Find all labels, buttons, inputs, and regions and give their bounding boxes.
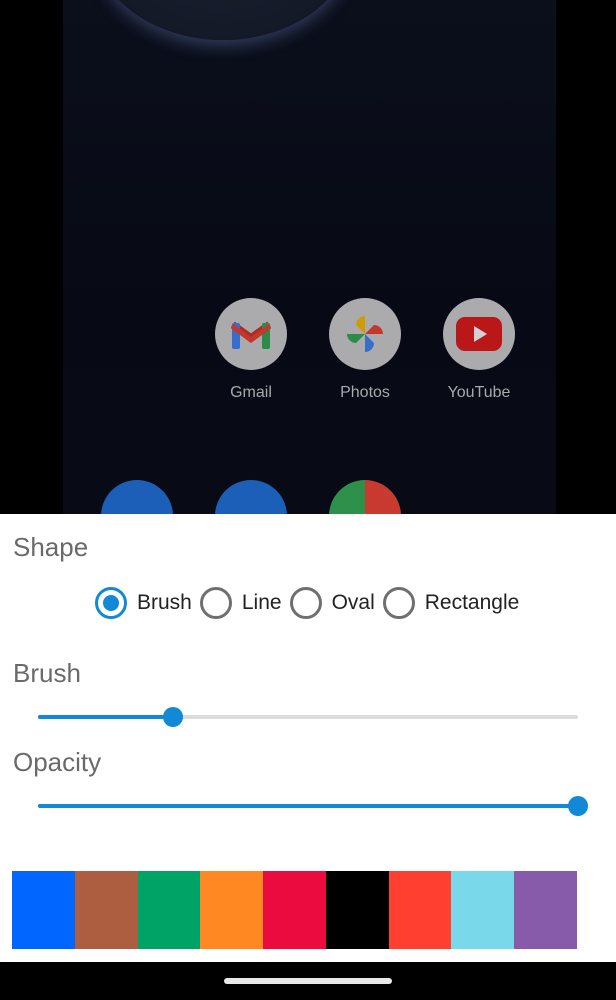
wallpaper <box>63 0 556 514</box>
color-swatch[interactable] <box>263 871 326 949</box>
home-screen-background: Gmail Photos YouTube <box>0 0 616 514</box>
brush-size-slider[interactable] <box>38 702 578 732</box>
slider-thumb[interactable] <box>568 796 588 816</box>
radio-label: Rectangle <box>424 591 520 614</box>
color-swatch[interactable] <box>388 871 452 949</box>
radio-button <box>382 587 415 619</box>
color-swatch[interactable] <box>514 871 578 949</box>
color-swatch[interactable] <box>137 871 201 949</box>
shape-radio-group: Brush Line Oval Rectangle <box>95 586 527 620</box>
radio-brush[interactable]: Brush <box>95 587 192 619</box>
opacity-slider[interactable] <box>38 791 588 821</box>
app-gmail[interactable]: Gmail <box>206 298 296 402</box>
color-swatch[interactable] <box>12 871 75 949</box>
app-youtube[interactable]: YouTube <box>434 298 524 402</box>
shape-section-title: Shape <box>13 532 89 562</box>
gmail-icon <box>215 298 287 370</box>
slider-thumb[interactable] <box>163 707 183 727</box>
radio-label: Oval <box>331 591 375 614</box>
radio-oval[interactable]: Oval <box>289 587 375 619</box>
radio-label: Line <box>241 591 282 614</box>
app-label: Photos <box>340 384 390 401</box>
app-label: YouTube <box>447 384 511 401</box>
navigation-bar <box>0 962 616 1000</box>
app-label: Gmail <box>230 384 272 401</box>
photos-icon <box>329 298 401 370</box>
screen: Gmail Photos YouTube Shape Brush Line Ov… <box>0 0 616 1000</box>
radio-button <box>289 587 322 619</box>
youtube-icon <box>443 298 515 370</box>
color-swatch[interactable] <box>325 871 389 949</box>
home-gesture-handle[interactable] <box>224 978 392 984</box>
slider-fill <box>38 804 578 808</box>
radio-button <box>199 587 232 619</box>
radio-button <box>95 587 127 619</box>
color-swatch[interactable] <box>200 871 264 949</box>
draw-settings-sheet: Shape Brush Line Oval Rectangle Brush Op… <box>0 514 616 962</box>
radio-rectangle[interactable]: Rectangle <box>382 587 520 619</box>
slider-fill <box>38 715 173 719</box>
wallpaper-planet <box>93 0 353 40</box>
radio-line[interactable]: Line <box>199 587 282 619</box>
brush-section-title: Brush <box>13 658 81 688</box>
color-palette <box>12 871 578 949</box>
opacity-section-title: Opacity <box>13 747 102 777</box>
color-swatch[interactable] <box>74 871 138 949</box>
color-swatch[interactable] <box>451 871 515 949</box>
app-photos[interactable]: Photos <box>320 298 410 402</box>
radio-label: Brush <box>137 591 192 614</box>
